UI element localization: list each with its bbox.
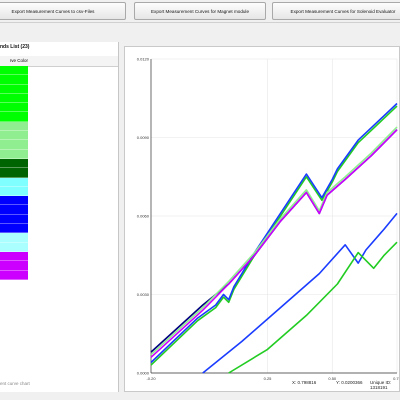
y-tick-label: 0.0060 bbox=[137, 214, 150, 219]
curve-color-swatch[interactable] bbox=[0, 75, 28, 85]
readout-bar: X: 0.798816 Y: 0.0200366 Unique ID: 1318… bbox=[124, 378, 400, 390]
export-solenoid-button[interactable]: Export Measurement Curves for Solenoid E… bbox=[272, 2, 400, 20]
curve-color-swatch[interactable] bbox=[0, 84, 28, 94]
curve-color-swatch[interactable] bbox=[0, 177, 28, 187]
curve-color-swatch[interactable] bbox=[0, 270, 28, 280]
curve-color-swatch[interactable] bbox=[0, 93, 28, 104]
curve-color-swatch[interactable] bbox=[0, 224, 28, 234]
curve-color-swatch[interactable] bbox=[0, 251, 28, 262]
y-readout: Y: 0.0200366 bbox=[336, 380, 363, 385]
curve-color-swatch-list bbox=[0, 66, 28, 280]
y-tick-label: 0.0000 bbox=[137, 371, 150, 376]
curve-color-swatch[interactable] bbox=[0, 205, 28, 215]
curve-color-swatch[interactable] bbox=[0, 149, 28, 159]
curve-list-title: nds List (23) bbox=[0, 44, 30, 50]
measurement-curve-chart[interactable]: -0.200.250.500.750.00000.00300.00600.009… bbox=[125, 47, 400, 391]
export-magnet-button[interactable]: Export Measurement Curves for Magnet mod… bbox=[134, 2, 266, 20]
unique-id-readout: Unique ID: 1318191 bbox=[370, 380, 392, 390]
series-line bbox=[228, 241, 398, 374]
chart-frame[interactable]: -0.200.250.500.750.00000.00300.00600.009… bbox=[124, 46, 400, 392]
toolbar: Export Measurement Curves to csv-Files E… bbox=[0, 0, 400, 23]
curve-color-swatch[interactable] bbox=[0, 112, 28, 122]
curve-color-swatch[interactable] bbox=[0, 66, 28, 76]
curve-color-swatch[interactable] bbox=[0, 214, 28, 225]
curve-color-column-header[interactable]: rve Color bbox=[0, 58, 28, 63]
curve-color-swatch[interactable] bbox=[0, 103, 28, 113]
y-tick-label: 0.0120 bbox=[137, 57, 150, 62]
status-text: ent curve chart bbox=[0, 381, 30, 386]
curve-color-swatch[interactable] bbox=[0, 242, 28, 252]
curve-color-swatch[interactable] bbox=[0, 233, 28, 243]
y-tick-label: 0.0030 bbox=[137, 292, 150, 297]
series-line bbox=[150, 126, 398, 356]
export-csv-button[interactable]: Export Measurement Curves to csv-Files bbox=[0, 2, 126, 20]
curve-color-swatch[interactable] bbox=[0, 140, 28, 150]
curve-color-swatch[interactable] bbox=[0, 131, 28, 141]
curve-color-swatch[interactable] bbox=[0, 186, 28, 197]
curve-color-swatch[interactable] bbox=[0, 121, 28, 132]
curve-color-swatch[interactable] bbox=[0, 168, 28, 178]
curve-color-swatch[interactable] bbox=[0, 196, 28, 206]
y-tick-label: 0.0090 bbox=[137, 135, 150, 140]
curve-color-swatch[interactable] bbox=[0, 261, 28, 271]
curve-color-swatch[interactable] bbox=[0, 158, 28, 169]
x-readout: X: 0.798816 bbox=[292, 380, 317, 385]
